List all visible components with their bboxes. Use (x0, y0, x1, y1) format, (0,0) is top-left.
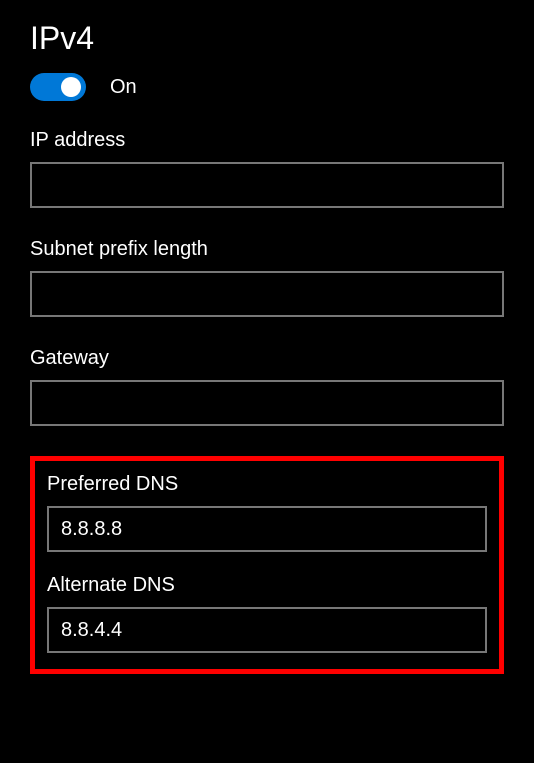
preferred-dns-label: Preferred DNS (47, 473, 487, 496)
toggle-state-label: On (110, 76, 137, 99)
ipv4-toggle-row: On (30, 73, 504, 101)
alternate-dns-input[interactable] (47, 607, 487, 653)
preferred-dns-input[interactable] (47, 506, 487, 552)
gateway-group: Gateway (30, 347, 504, 426)
alternate-dns-group: Alternate DNS (47, 574, 487, 653)
ip-address-label: IP address (30, 129, 504, 152)
toggle-knob-icon (61, 77, 81, 97)
ip-address-input[interactable] (30, 162, 504, 208)
subnet-label: Subnet prefix length (30, 238, 504, 261)
subnet-input[interactable] (30, 271, 504, 317)
gateway-input[interactable] (30, 380, 504, 426)
dns-highlight-box: Preferred DNS Alternate DNS (30, 456, 504, 674)
section-title: IPv4 (30, 20, 504, 57)
subnet-group: Subnet prefix length (30, 238, 504, 317)
ipv4-settings-panel: IPv4 On IP address Subnet prefix length … (0, 0, 534, 694)
preferred-dns-group: Preferred DNS (47, 473, 487, 552)
ipv4-toggle[interactable] (30, 73, 86, 101)
alternate-dns-label: Alternate DNS (47, 574, 487, 597)
ip-address-group: IP address (30, 129, 504, 208)
gateway-label: Gateway (30, 347, 504, 370)
